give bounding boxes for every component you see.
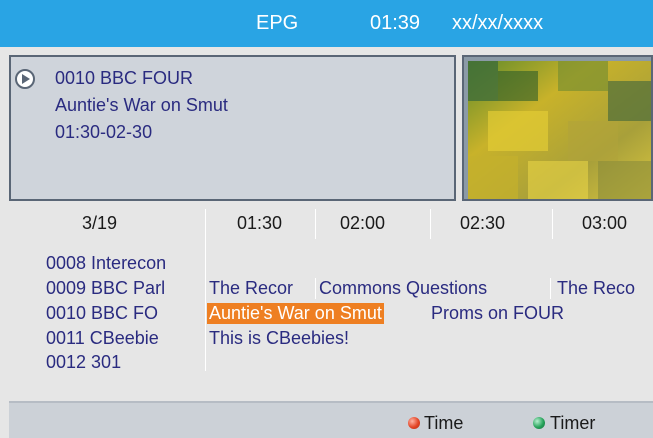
- program-cell[interactable]: This is CBeebies!: [209, 328, 349, 349]
- timer-button-label[interactable]: Timer: [550, 413, 595, 434]
- epg-header: EPG 01:39 xx/xx/xxxx: [0, 0, 653, 47]
- current-time: 01:39: [370, 12, 421, 34]
- program-cell-selected[interactable]: Auntie's War on Smut: [207, 303, 384, 324]
- epg-screen: EPG 01:39 xx/xx/xxxx 0010 BBC FOUR Aunti…: [0, 0, 653, 438]
- program-cell[interactable]: The Recor: [209, 278, 293, 299]
- channel-row[interactable]: 0010 BBC FO: [46, 303, 158, 324]
- program-cell[interactable]: Commons Questions: [319, 278, 487, 299]
- timeline-divider: [552, 209, 553, 239]
- time-tick: 02:00: [340, 213, 386, 233]
- video-preview: [462, 55, 653, 201]
- channel-column-divider: [205, 209, 206, 371]
- green-button-icon: [533, 417, 545, 429]
- schedule-date: 3/19: [82, 213, 118, 233]
- epg-footer: Time Timer: [9, 401, 653, 438]
- time-tick: 01:30: [237, 213, 283, 233]
- play-circle-icon: [14, 68, 36, 90]
- epg-title: EPG: [256, 12, 299, 34]
- channel-row[interactable]: 0011 CBeebie: [46, 328, 159, 349]
- time-tick: 03:00: [582, 213, 628, 233]
- info-channel: 0010 BBC FOUR: [55, 68, 194, 88]
- channel-row[interactable]: 0009 BBC Parl: [46, 278, 165, 299]
- channel-row[interactable]: 0008 Interecon: [46, 253, 166, 274]
- program-info-panel: 0010 BBC FOUR Auntie's War on Smut 01:30…: [9, 55, 456, 201]
- program-separator: [315, 278, 316, 299]
- channel-row[interactable]: 0012 301: [46, 352, 121, 373]
- timeline-divider: [315, 209, 316, 239]
- epg-schedule-grid: 3/19 01:30 02:00 02:30 03:00 0008 Intere…: [9, 209, 653, 379]
- timeline-divider: [430, 209, 431, 239]
- info-program-title: Auntie's War on Smut: [55, 95, 228, 115]
- red-button-icon: [408, 417, 420, 429]
- program-cell[interactable]: Proms on FOUR: [431, 303, 564, 324]
- program-separator: [550, 278, 551, 299]
- time-button-label[interactable]: Time: [424, 413, 463, 434]
- time-tick: 02:30: [460, 213, 506, 233]
- current-date: xx/xx/xxxx: [452, 12, 544, 34]
- info-time-range: 01:30-02-30: [55, 122, 153, 142]
- program-cell[interactable]: The Reco: [557, 278, 653, 299]
- video-thumbnail: [468, 61, 651, 199]
